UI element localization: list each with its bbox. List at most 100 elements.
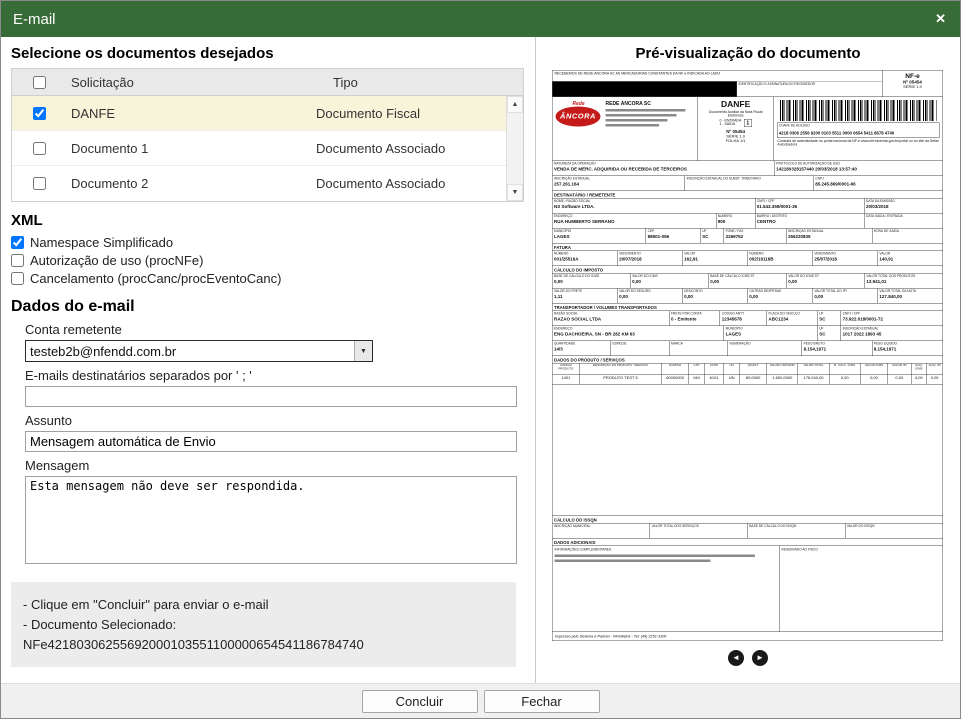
ancora-logo: ÂNCORA — [556, 107, 601, 127]
cell-value: LAGES — [726, 331, 816, 337]
cell-label: VALOR DO ISSQN — [847, 524, 941, 529]
danfe-cell: VALOR DO ISSQN — [845, 524, 942, 539]
danfe-cell: VALOR DO FRETE 1,11 — [553, 289, 618, 304]
danfe-cell: RAZÃO SOCIAL RAZAO SOCIAL LTDA — [553, 311, 670, 326]
fechar-button[interactable]: Fechar — [484, 690, 600, 713]
next-page-button[interactable]: ► — [752, 650, 768, 666]
danfe-cell: ESPÉCIE — [611, 341, 670, 356]
cell-value: 0,00 — [749, 294, 811, 300]
section-issqn: CÁLCULO DO ISSQN — [553, 516, 943, 524]
canhoto-text: RECEBEMOS DE REDE ANCORA SC AS MERCADORI… — [553, 71, 883, 82]
cell-value: 0,00 — [554, 279, 629, 285]
danfe-cell: UF SC — [818, 326, 841, 341]
xml-option[interactable]: Cancelamento (procCanc/procEventoCanc) — [11, 271, 525, 286]
xml-checkbox[interactable] — [11, 254, 24, 267]
cell-value: ENG DACHOEIRA, SN - BR 282 KM 63 — [554, 331, 722, 337]
product-header-cell: CST — [689, 364, 705, 375]
table-row[interactable]: Documento 2 Documento Associado — [12, 166, 506, 201]
cell-label: VALOR TOTAL — [800, 364, 828, 368]
danfe-cell: MARCA — [670, 341, 729, 356]
cell-value: 0,00 — [831, 375, 859, 381]
scroll-down-button[interactable]: ▼ — [507, 184, 523, 201]
text-placeholder — [606, 114, 677, 117]
row-checkbox[interactable] — [33, 177, 46, 190]
cell-value: 0,00 — [619, 294, 681, 300]
cell-label: NCM/SH — [663, 364, 687, 368]
product-cell: 1401 — [553, 375, 580, 385]
danfe-cell: VENCIMENTO 20/07/2018 — [618, 251, 683, 266]
section-dados-adicionais: DADOS ADICIONAIS — [553, 539, 943, 547]
email-heading: Dados do e-mail — [11, 298, 525, 316]
sender-select[interactable]: testeb2b@nfendd.com.br ▼ — [25, 340, 373, 362]
dialog-footer: Concluir Fechar — [1, 683, 960, 718]
email-dialog: E-mail ✕ Selecione os documentos desejad… — [0, 0, 961, 719]
xml-option[interactable]: Namespace Simplificado — [11, 235, 525, 250]
product-cell: 1.600,0000 — [767, 375, 798, 385]
danfe-cell: BASE DE CÁLCULO ICMS ST 0,00 — [709, 274, 787, 289]
emitente-block: Rede ÂNCORA REDE ÂNCORA SC — [553, 97, 698, 161]
message-textarea[interactable]: Esta mensagem não deve ser respondida. — [25, 476, 517, 564]
table-row[interactable]: Documento 1 Documento Associado — [12, 131, 506, 166]
close-icon[interactable]: ✕ — [935, 11, 946, 27]
xml-checkbox[interactable] — [11, 236, 24, 249]
header-checkbox-cell — [12, 76, 67, 89]
cell-value: 0,00 — [889, 375, 909, 381]
xml-checkbox[interactable] — [11, 272, 24, 285]
adic-left-label: INFORMAÇÕES COMPLEMENTARES — [555, 548, 778, 553]
cell-value: 2269752 — [726, 234, 785, 240]
danfe-cell: UF SC — [701, 229, 724, 244]
select-all-checkbox[interactable] — [33, 76, 46, 89]
cell-value: 85.245.869/0001-66 — [815, 181, 941, 187]
documents-heading: Selecione os documentos desejados — [11, 45, 525, 62]
row-checkbox-cell — [12, 107, 67, 120]
xml-option-label: Autorização de uso (procNFe) — [30, 253, 203, 268]
product-header-cell: QUANT. — [740, 364, 767, 375]
cell-value: 0,00 — [928, 375, 941, 381]
emitente-name: REDE ÂNCORA SC — [606, 101, 695, 107]
subject-input[interactable] — [25, 431, 517, 452]
cell-value: 73.922.018/0001-72 — [843, 316, 941, 322]
table-scrollbar[interactable]: ▲ ▼ — [506, 96, 523, 201]
cell-value: 1017 2022 1893 45 — [843, 331, 941, 337]
row-tipo: Documento Associado — [316, 176, 506, 191]
danfe-cell: UF SC — [818, 311, 841, 326]
danfe-cell: CEP 88501-056 — [646, 229, 701, 244]
canhoto-subrow: IDENTIFICAÇÃO E ASSINATURA DO RECEBEDOR — [553, 82, 883, 97]
table-row[interactable]: DANFE Documento Fiscal — [12, 96, 506, 131]
row-checkbox[interactable] — [33, 142, 46, 155]
prev-page-button[interactable]: ◄ — [728, 650, 744, 666]
product-header-cell: B. CÁLC. ICMS — [829, 364, 860, 375]
cell-value: 1401 — [554, 375, 578, 381]
left-panel: Selecione os documentos desejados Solici… — [1, 37, 535, 683]
danfe-cell: PLACA DO VEÍCULO ABC1234 — [767, 311, 818, 326]
cell-value: CENTRO — [757, 219, 863, 225]
cell-label: CFOP — [706, 364, 722, 368]
row-checkbox[interactable] — [33, 107, 46, 120]
cell-value: 256220835 — [788, 234, 870, 240]
concluir-button[interactable]: Concluir — [362, 690, 478, 713]
danfe-canhoto: RECEBEMOS DE REDE ANCORA SC AS MERCADORI… — [553, 71, 943, 98]
danfe-document: RECEBEMOS DE REDE ANCORA SC AS MERCADORI… — [552, 70, 943, 641]
cell-label: VALOR IPI — [889, 364, 909, 368]
documents-table-header: Solicitação Tipo — [12, 69, 523, 96]
section-destinatario: DESTINATÁRIO / REMETENTE — [553, 191, 943, 199]
cell-value: 162,91 — [684, 256, 746, 262]
danfe-cell: BASE DE CÁLCULO DO ICMS 0,00 — [553, 274, 631, 289]
cell-label: DATA SAÍDA / ENTRADA — [866, 214, 941, 219]
canhoto-nfe-box: NF-e Nº 05454 SÉRIE 1.0 — [883, 71, 943, 97]
cell-label: NUMERAÇÃO — [730, 342, 801, 347]
xml-option[interactable]: Autorização de uso (procNFe) — [11, 253, 525, 268]
sender-label: Conta remetente — [25, 322, 525, 337]
dados-adicionais: INFORMAÇÕES COMPLEMENTARES RESERVADO AO … — [553, 546, 943, 632]
row-solicitacao: Documento 1 — [67, 141, 316, 156]
chave-label: CHAVE DE ACESSO — [779, 124, 938, 129]
scrollbar-track[interactable] — [507, 113, 523, 184]
cell-value: 12345678 — [722, 316, 765, 322]
danfe-cell: ENDEREÇO RUA HUMBERTO SERRANO — [553, 214, 717, 229]
cell-label: B. CÁLC. ICMS — [831, 364, 859, 368]
scroll-up-button[interactable]: ▲ — [507, 96, 523, 113]
recipients-input[interactable] — [25, 386, 517, 407]
danfe-cell: INSCRIÇÃO MUNICIPAL — [553, 524, 651, 539]
cell-value: 0,00 — [862, 375, 886, 381]
danfe-cell: PESO LÍQUIDO 8.154,1971 — [872, 341, 942, 356]
